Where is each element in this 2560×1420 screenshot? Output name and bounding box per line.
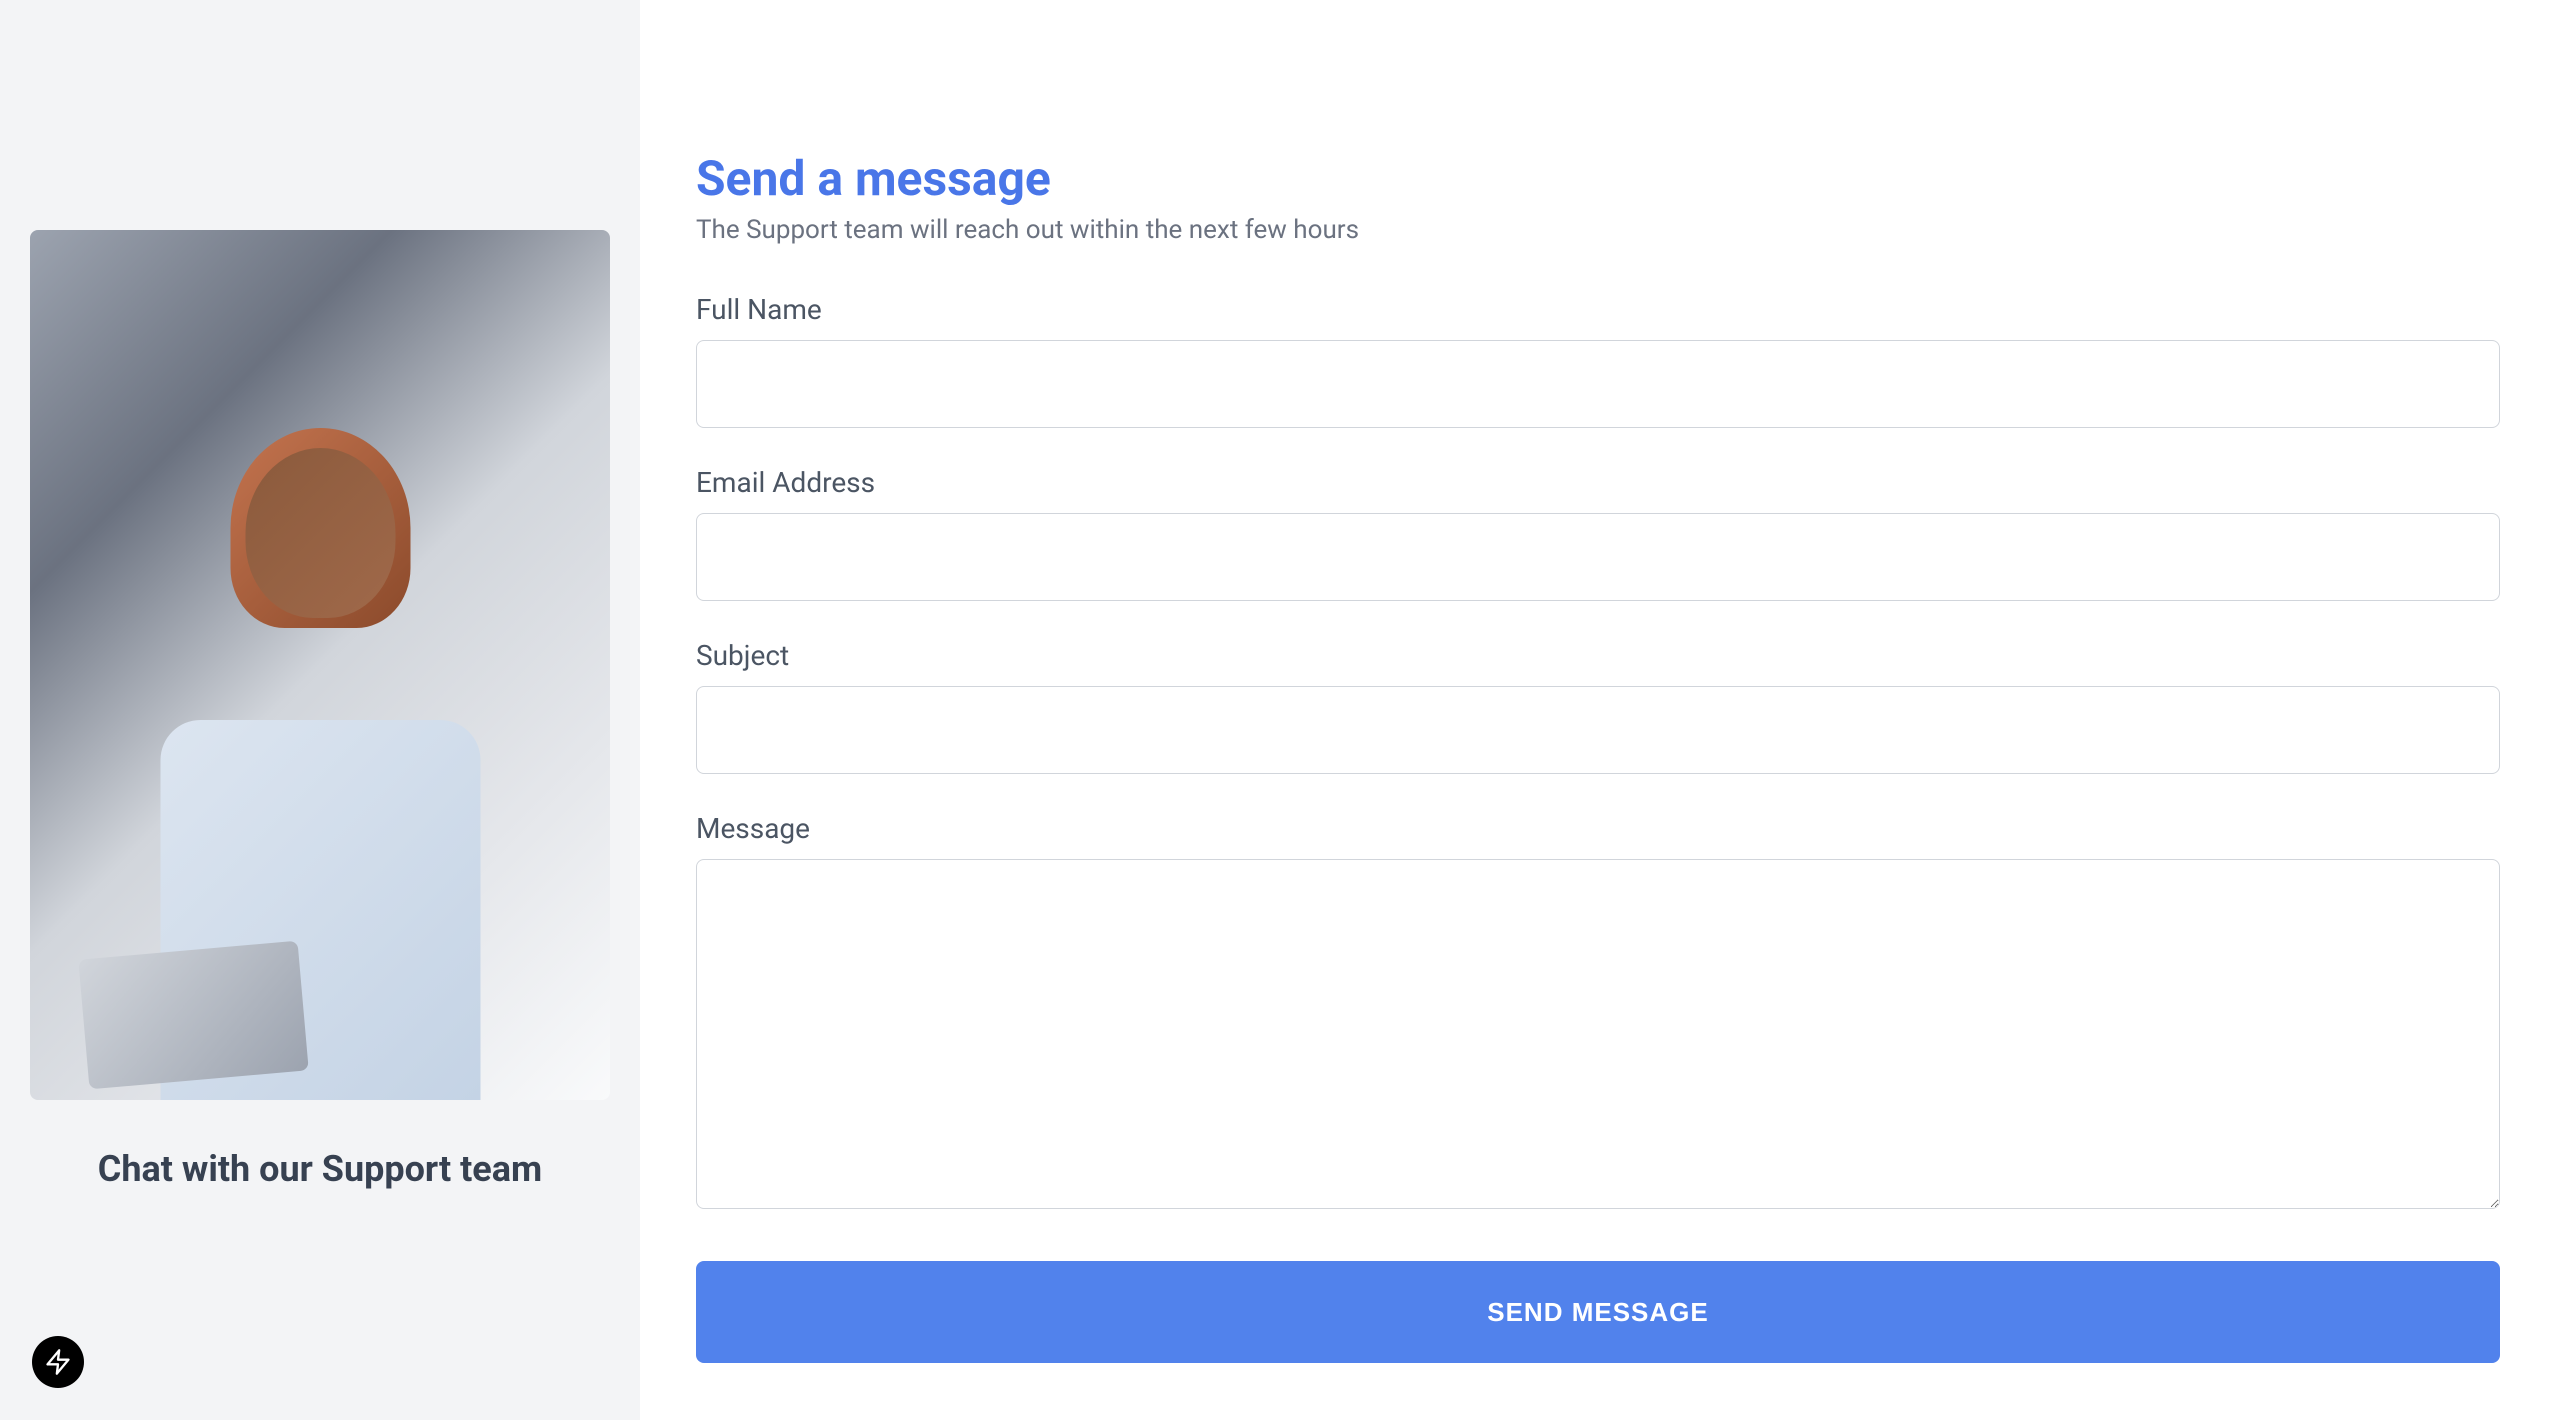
subject-input[interactable] bbox=[696, 686, 2500, 774]
contact-form: Send a message The Support team will rea… bbox=[696, 150, 2500, 1363]
lightning-badge-icon[interactable] bbox=[32, 1336, 84, 1388]
email-input[interactable] bbox=[696, 513, 2500, 601]
email-group: Email Address bbox=[696, 466, 2500, 601]
message-group: Message bbox=[696, 812, 2500, 1213]
message-textarea[interactable] bbox=[696, 859, 2500, 1209]
full-name-input[interactable] bbox=[696, 340, 2500, 428]
main-content: Send a message The Support team will rea… bbox=[640, 0, 2560, 1420]
page-subtitle: The Support team will reach out within t… bbox=[696, 215, 2500, 245]
full-name-group: Full Name bbox=[696, 293, 2500, 428]
subject-group: Subject bbox=[696, 639, 2500, 774]
email-label: Email Address bbox=[696, 466, 2500, 499]
full-name-label: Full Name bbox=[696, 293, 2500, 326]
send-message-button[interactable]: SEND MESSAGE bbox=[696, 1261, 2500, 1363]
sidebar: Chat with our Support team bbox=[0, 0, 640, 1420]
page-title: Send a message bbox=[696, 150, 2500, 207]
message-label: Message bbox=[696, 812, 2500, 845]
support-team-image bbox=[30, 230, 610, 1100]
subject-label: Subject bbox=[696, 639, 2500, 672]
sidebar-title: Chat with our Support team bbox=[98, 1148, 542, 1190]
